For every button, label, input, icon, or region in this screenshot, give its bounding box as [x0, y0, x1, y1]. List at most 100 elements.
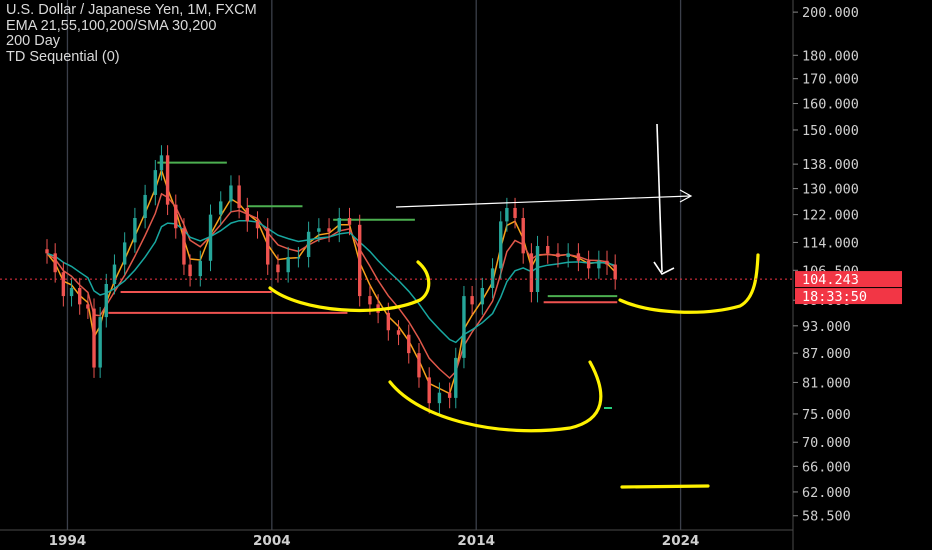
time-tick-label: 1994	[49, 533, 87, 549]
candle-body	[417, 353, 421, 378]
trend-arrow-line	[395, 195, 691, 208]
candle-body	[133, 217, 137, 243]
candle-body	[86, 304, 90, 309]
price-tick-label: 130.000	[802, 182, 859, 198]
legend: U.S. Dollar / Japanese Yen, 1M, FXCM EMA…	[6, 2, 257, 66]
candle-body	[437, 392, 442, 404]
candle-body	[104, 283, 108, 318]
candle-body	[208, 214, 213, 261]
candle-body	[317, 228, 321, 232]
candle-body	[92, 308, 96, 368]
candle-body	[229, 185, 233, 202]
candle-body	[368, 296, 372, 305]
candle-body	[255, 221, 260, 229]
price-tick-label: 114.000	[802, 235, 859, 251]
time-tick-label: 2004	[253, 533, 291, 549]
candle-body	[98, 317, 102, 368]
price-tick-label: 180.000	[802, 48, 859, 64]
price-tick-label: 81.000	[802, 375, 851, 391]
candle-body	[198, 260, 202, 277]
candle-body	[499, 221, 503, 269]
candle-body	[78, 287, 82, 305]
candle-body	[165, 155, 170, 205]
neckline-arc-bottom	[388, 360, 603, 433]
price-tick-label: 200.000	[802, 5, 859, 21]
candle-body	[266, 228, 270, 265]
neckline-arc-right	[618, 253, 760, 314]
candle-body	[513, 207, 517, 218]
candle-body	[122, 242, 127, 265]
candle-body	[327, 228, 331, 232]
candle-body	[556, 253, 560, 258]
candle-body	[358, 224, 362, 297]
candle-body	[535, 246, 540, 293]
candle-body	[454, 357, 458, 398]
candle-body	[112, 264, 117, 284]
candle-body	[597, 260, 601, 269]
time-axis: 1994 2004 2014 2024	[0, 529, 793, 549]
candle-body	[347, 217, 352, 225]
price-tick-label: 58.500	[802, 509, 851, 525]
candle-body	[174, 204, 178, 229]
candle-body	[470, 296, 474, 305]
candle-body	[245, 207, 250, 222]
target-mark	[620, 484, 710, 489]
candle-body	[546, 246, 550, 254]
price-tick-label: 122.000	[802, 208, 859, 224]
price-tick-label: 87.000	[802, 346, 851, 362]
candle-body	[605, 260, 609, 265]
candle-body	[586, 260, 591, 269]
candle-body	[143, 194, 147, 218]
drawings	[268, 123, 760, 489]
price-tick-label: 62.000	[802, 485, 851, 501]
price-tick-label: 150.000	[802, 123, 859, 139]
last-price-value: 104.243	[802, 272, 859, 288]
candle-body	[306, 231, 311, 258]
candle-body	[407, 334, 411, 354]
candle-body	[337, 217, 341, 232]
candle-body	[182, 228, 186, 265]
candle-body	[427, 377, 431, 404]
legend-ema[interactable]: EMA 21,55,100,200/SMA 30,200	[6, 18, 257, 35]
candle-body	[480, 287, 485, 305]
candle-body	[490, 268, 495, 288]
chart-root: 200.000 180.000 170.000 160.000 150.000 138.0…	[0, 0, 932, 550]
candle-body	[505, 207, 509, 222]
candle-body	[576, 253, 581, 261]
price-tick-label: 75.000	[802, 407, 851, 423]
price-tick-label: 66.000	[802, 459, 851, 475]
candle-body	[296, 257, 301, 259]
candle-body	[219, 201, 223, 215]
candle-body	[386, 312, 391, 331]
candle-body	[188, 264, 192, 277]
projection-arrow-line	[656, 123, 663, 273]
candle-body	[396, 330, 401, 335]
candle-body	[286, 257, 290, 273]
price-tick-label: 170.000	[802, 72, 859, 88]
time-tick-label: 2014	[457, 533, 495, 549]
countdown-value: 18:33:50	[802, 289, 867, 305]
candle-body	[153, 170, 158, 195]
price-tick-label: 70.000	[802, 435, 851, 451]
candle-body	[462, 296, 466, 358]
candle-body	[159, 155, 164, 171]
candle-body	[61, 272, 66, 297]
legend-200-day[interactable]: 200 Day	[6, 33, 257, 50]
candle-body	[566, 253, 570, 258]
legend-td-sequential[interactable]: TD Sequential (0)	[6, 49, 257, 66]
candle-body	[529, 253, 534, 293]
candle-body	[237, 185, 241, 208]
price-axis: 200.000 180.000 170.000 160.000 150.000 138.0…	[0, 0, 902, 550]
time-tick-label: 2024	[662, 533, 700, 549]
price-tick-label: 160.000	[802, 97, 859, 113]
candle-body	[447, 392, 452, 398]
candle-body	[276, 264, 280, 273]
legend-symbol[interactable]: U.S. Dollar / Japanese Yen, 1M, FXCM	[6, 2, 257, 19]
candle-body	[45, 249, 49, 254]
price-tick-label: 93.000	[802, 319, 851, 335]
projection-arrow-head	[653, 261, 675, 276]
candle-body	[53, 253, 57, 273]
candle-body	[69, 287, 74, 297]
candle-body	[521, 217, 525, 254]
price-chart[interactable]: 200.000 180.000 170.000 160.000 150.000 138.0…	[0, 0, 932, 550]
